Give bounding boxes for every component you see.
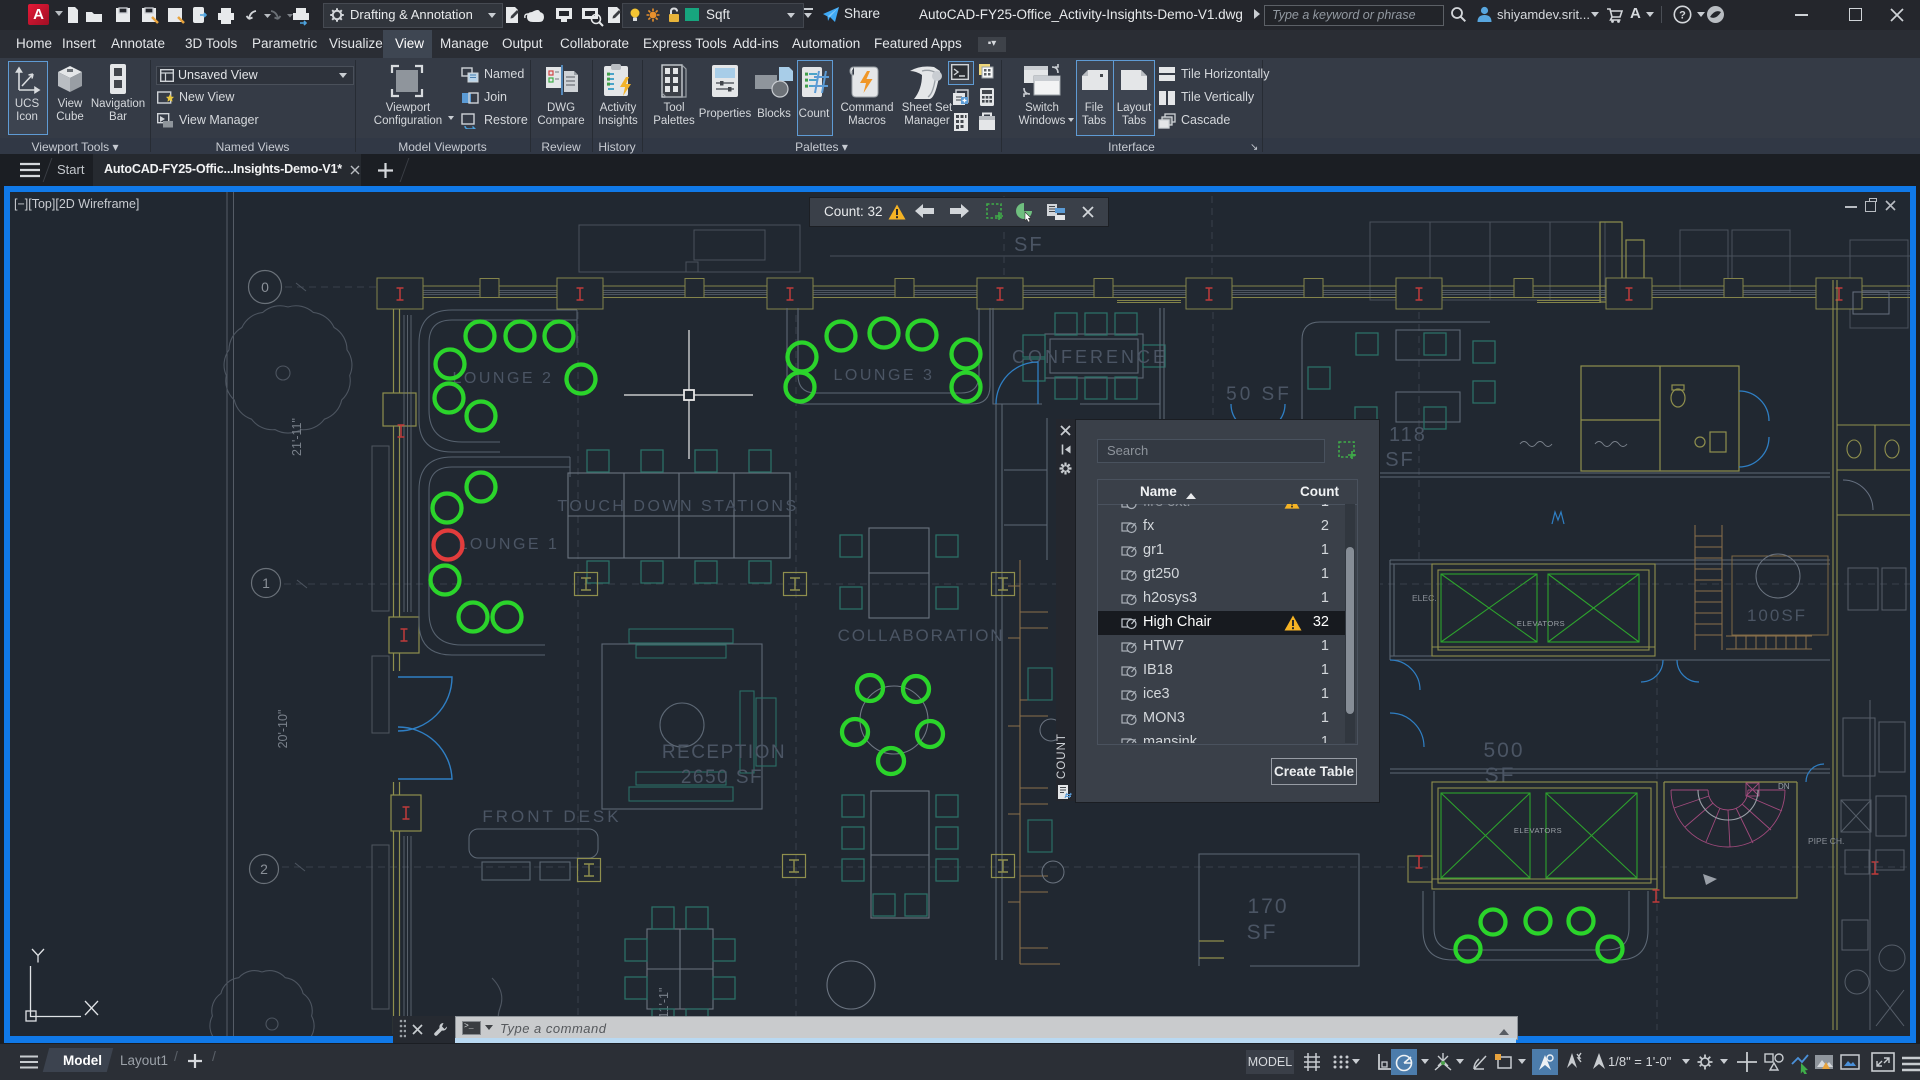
svg-text:21'-11": 21'-11" — [290, 418, 304, 456]
svg-text:LOUNGE 2: LOUNGE 2 — [453, 370, 554, 387]
svg-text:170: 170 — [1247, 895, 1288, 918]
svg-text:ELEC.: ELEC. — [1412, 593, 1437, 603]
svg-text:TOUCH DOWN STATIONS: TOUCH DOWN STATIONS — [557, 498, 798, 515]
svg-text:2650 SF: 2650 SF — [681, 767, 763, 788]
svg-text:LOUNGE 3: LOUNGE 3 — [834, 367, 935, 384]
svg-text:COLLABORATION: COLLABORATION — [838, 626, 1005, 645]
svg-text:ELEVATORS: ELEVATORS — [1514, 826, 1562, 835]
svg-text:500: 500 — [1483, 739, 1524, 762]
svg-text:11'-1": 11'-1" — [657, 988, 671, 1019]
svg-text:RECEPTION: RECEPTION — [662, 742, 786, 763]
svg-text:SF: SF — [1247, 921, 1278, 944]
svg-text:PIPE CH.: PIPE CH. — [1808, 836, 1844, 846]
svg-text:SF: SF — [1485, 764, 1516, 787]
svg-text:DN: DN — [1778, 782, 1790, 791]
svg-text:LOUNGE 1: LOUNGE 1 — [459, 536, 560, 553]
svg-text:ELEVATORS: ELEVATORS — [1517, 619, 1565, 628]
svg-text:0: 0 — [261, 279, 269, 295]
svg-text:118: 118 — [1389, 424, 1427, 446]
svg-text:50 SF: 50 SF — [1226, 384, 1292, 405]
svg-text:CONFERENCE: CONFERENCE — [1012, 347, 1168, 367]
svg-text:100SF: 100SF — [1747, 606, 1807, 625]
svg-text:FRONT DESK: FRONT DESK — [482, 807, 621, 826]
svg-text:?: ? — [1679, 10, 1686, 22]
svg-text:SF: SF — [1014, 234, 1044, 256]
svg-text:1: 1 — [262, 575, 270, 591]
svg-text:SF: SF — [1385, 449, 1415, 471]
svg-text:20'-10": 20'-10" — [276, 710, 290, 749]
svg-text:2: 2 — [260, 861, 268, 877]
